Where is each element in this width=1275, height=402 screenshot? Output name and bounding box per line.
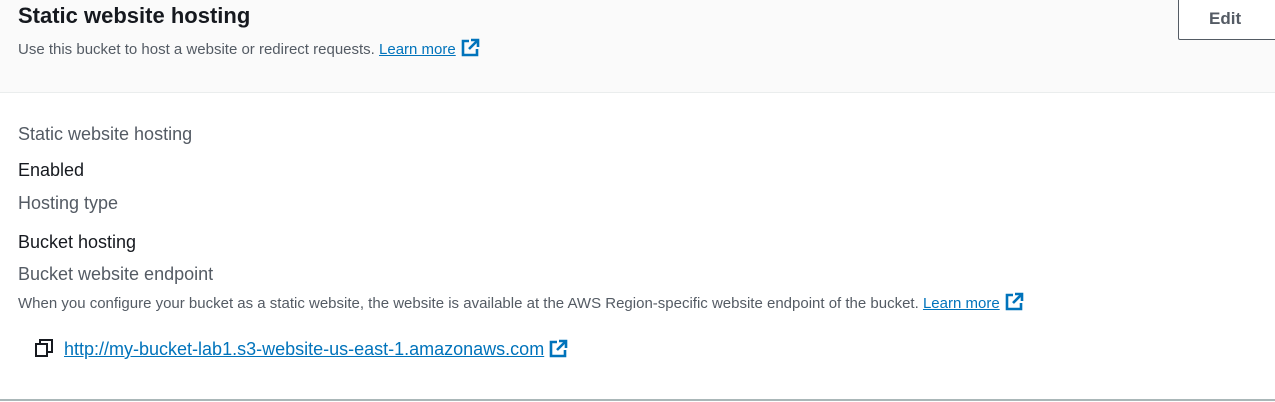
panel-header: Static website hosting Use this bucket t… — [0, 0, 1275, 93]
endpoint-learn-more-label: Learn more — [922, 295, 1000, 312]
hosting-type-label: Hosting type — [18, 193, 119, 213]
external-link-icon — [1005, 292, 1023, 311]
learn-more-label: Learn more — [379, 41, 456, 58]
panel-bottom-border — [0, 399, 1275, 401]
learn-more-link[interactable]: Learn more — [379, 38, 480, 58]
external-link-icon — [461, 38, 480, 57]
endpoint-label: Bucket website endpoint — [18, 264, 214, 284]
endpoint-description-text: When you configure your bucket as a stat… — [18, 295, 919, 312]
endpoint-description: When you configure your bucket as a stat… — [18, 292, 1024, 316]
endpoint-url-text: http://my-bucket-lab1.s3-website-us-east… — [64, 339, 545, 359]
static-website-hosting-panel: Static website hosting Use this bucket t… — [0, 0, 1275, 402]
endpoint-learn-more-link[interactable]: Learn more — [922, 292, 1024, 312]
endpoint-url-link[interactable]: http://my-bucket-lab1.s3-website-us-east… — [64, 339, 568, 359]
edit-button[interactable]: Edit — [1178, 0, 1275, 40]
copy-icon[interactable] — [34, 338, 54, 358]
external-link-icon — [549, 339, 568, 358]
hosting-status-label: Static website hosting — [18, 124, 193, 144]
panel-title: Static website hosting — [18, 3, 251, 28]
panel-subtitle: Use this bucket to host a website or red… — [18, 38, 480, 62]
hosting-type-value: Bucket hosting — [18, 232, 137, 252]
hosting-status-value: Enabled — [18, 160, 85, 180]
panel-subtitle-text: Use this bucket to host a website or red… — [18, 41, 375, 58]
endpoint-url-row: http://my-bucket-lab1.s3-website-us-east… — [34, 335, 568, 363]
